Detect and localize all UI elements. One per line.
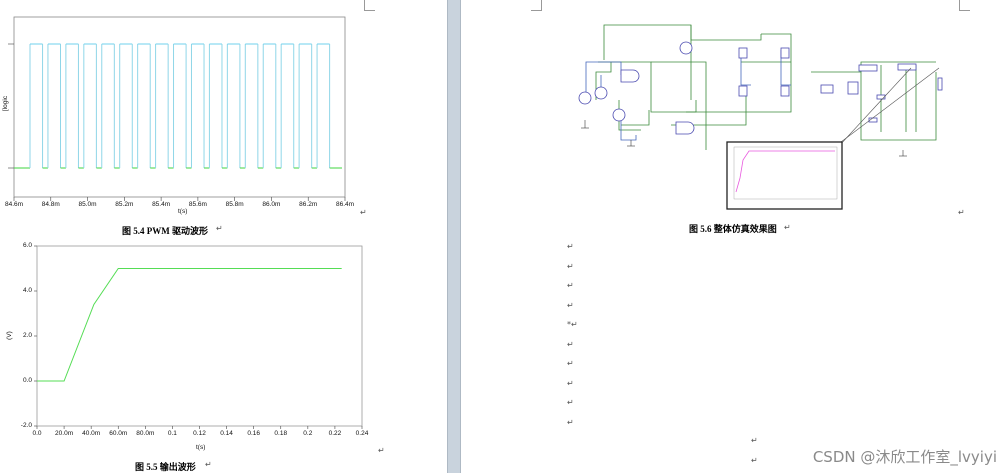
paragraph-mark: ↵	[567, 398, 574, 407]
pwm-x-tick-label: 84.6m	[4, 201, 24, 208]
and-gate-icon	[675, 121, 695, 135]
mosfet-icon	[738, 85, 748, 97]
figure-5-5-caption: 图 5.5 输出波形	[135, 462, 196, 472]
capacitor-icon	[876, 94, 886, 100]
circuit-schematic	[578, 24, 943, 210]
output-y-tick-label: 4.0	[22, 287, 32, 294]
pwm-grid	[13, 197, 346, 201]
output-x-tick-label: 0.0	[32, 430, 42, 437]
left-page: [logic 84.6m 84.8m 85.0m 85.2m 85.4m 85.6m 85.…	[0, 0, 447, 473]
page-corner-mark	[364, 0, 375, 11]
output-x-tick-label: 40.0m	[82, 430, 101, 437]
output-x-tick-label: 0.18	[274, 430, 288, 437]
pwm-x-tick-label: 85.4m	[152, 201, 171, 208]
paragraph-mark: ↵	[567, 339, 574, 349]
output-x-tick-label: 0.24	[355, 430, 369, 437]
pulse-source-icon	[578, 91, 592, 105]
output-y-tick-label: 6.0	[22, 242, 32, 249]
inset-plot-area	[733, 146, 838, 200]
paragraph-mark: ↵	[216, 224, 223, 233]
transformer-icon	[847, 81, 859, 95]
mosfet-icon	[780, 85, 790, 97]
output-x-tick-label: 0.1	[167, 430, 177, 437]
output-x-tick-label: 80.0m	[136, 430, 155, 437]
schematic-components	[578, 41, 943, 135]
paragraph-mark: ↵	[378, 446, 385, 455]
paragraph-mark: ↵	[567, 281, 574, 290]
output-x-tick-label: 20.0m	[55, 430, 74, 437]
output-plot-area	[36, 245, 363, 427]
pwm-x-tick-label: 85.0m	[78, 201, 97, 208]
paragraph-mark: *↵	[567, 320, 578, 329]
figure-5-6-caption: 图 5.6 整体仿真效果图	[689, 224, 777, 234]
pwm-x-tick-label: 84.8m	[41, 201, 60, 208]
pulse-source-icon	[612, 108, 626, 122]
voltage-source-icon	[679, 41, 693, 55]
pwm-x-tick-label: 86.4m	[335, 201, 355, 208]
pwm-x-tick-label: 85.6m	[188, 201, 207, 208]
output-x-tick-label: 0.16	[247, 430, 260, 437]
load-block-icon	[820, 84, 834, 94]
mosfet-icon	[738, 47, 748, 59]
paragraph-mark: ↵	[567, 242, 574, 251]
pwm-waveform-chart	[8, 16, 346, 201]
paragraph-mark: ↵	[751, 436, 758, 445]
paragraph-mark: ↵	[567, 261, 574, 271]
output-x-tick-label: 0.22	[328, 430, 342, 437]
paragraph-mark: ↵	[567, 359, 574, 368]
zoom-line	[840, 67, 940, 143]
pwm-x-tick-label: 85.2m	[115, 201, 134, 208]
pwm-y-axis-label: [logic	[2, 95, 10, 112]
output-y-tick-label: -2.0	[20, 422, 32, 429]
output-x-tick-label: 0.2	[303, 430, 313, 437]
paragraph-mark: ↵	[567, 417, 574, 427]
output-y-tick-label: 2.0	[22, 332, 32, 339]
pwm-x-tick-label: 86.2m	[299, 201, 318, 208]
output-y-axis-label: (V)	[5, 331, 13, 340]
paragraph-mark: ↵	[958, 208, 965, 217]
figure-5-4-caption: 图 5.4 PWM 驱动波形	[122, 226, 208, 236]
label-block-icon	[858, 64, 878, 72]
paragraph-mark: ↵	[360, 208, 367, 217]
zoom-line	[838, 67, 912, 147]
paragraph-mark: ↵	[567, 378, 574, 388]
pulse-source-icon	[594, 86, 608, 100]
right-page: 图 5.6 整体仿真效果图 ↵ ↵ ↵ ↵ ↵ ↵ *↵ ↵ ↵ ↵ ↵ ↵ ↵ ↵	[461, 0, 1003, 473]
output-x-tick-label: 0.14	[220, 430, 233, 437]
paragraph-mark: ↵	[784, 223, 791, 232]
output-x-axis-label: t(s)	[196, 444, 206, 451]
pwm-x-axis-label: t(s)	[178, 208, 188, 215]
page-gutter	[447, 0, 461, 473]
output-x-tick-label: 60.0m	[109, 430, 128, 437]
inductor-icon	[897, 63, 917, 71]
schematic-wires	[595, 24, 937, 150]
output-y-tick-label: 0.0	[22, 377, 32, 384]
paragraph-mark: ↵	[567, 300, 574, 310]
output-waveform-chart	[34, 245, 363, 429]
pwm-x-tick-label: 86.0m	[262, 201, 281, 208]
mosfet-icon	[780, 47, 790, 59]
paragraph-mark: ↵	[751, 456, 758, 465]
and-gate-icon	[620, 69, 640, 83]
pwm-x-tick-label: 85.8m	[225, 201, 244, 208]
resistor-icon	[937, 77, 943, 91]
output-x-tick-label: 0.12	[193, 430, 206, 437]
watermark: CSDN @沐欣工作室_lvyiyi	[812, 448, 997, 466]
paragraph-mark: ↵	[205, 460, 212, 469]
